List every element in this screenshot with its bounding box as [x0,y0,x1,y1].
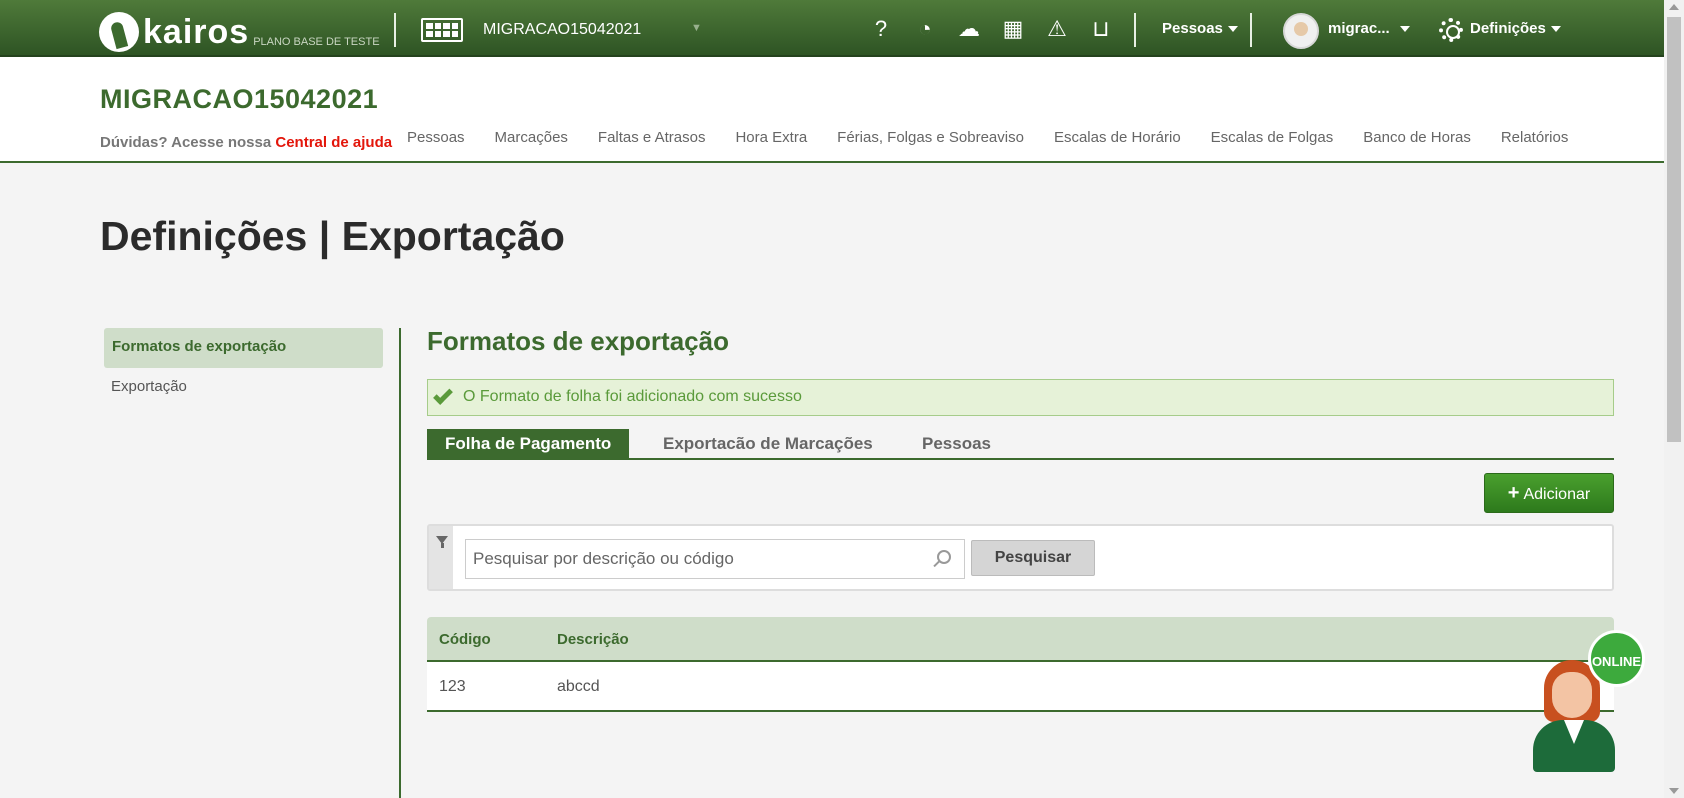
tabs: Folha de Pagamento Exportacão de Marcaçõ… [427,429,1614,460]
alert-text: O Formato de folha foi adicionado com su… [463,388,802,405]
filter-icon [436,536,448,548]
user-menu[interactable]: migrac... [1328,20,1410,37]
column-header-codigo[interactable]: Código [439,631,491,648]
tab-exportacao-marcacoes[interactable]: Exportacão de Marcações [663,429,873,458]
scrollbar[interactable] [1664,0,1684,798]
company-title: MIGRACAO15042021 [100,84,379,114]
search-button[interactable]: Pesquisar [971,540,1095,576]
sidebar-item-exportacao[interactable]: Exportação [111,378,187,395]
caret-down-icon [1550,26,1561,33]
scrollbar-thumb[interactable] [1667,17,1681,442]
tab-pessoas[interactable]: Pessoas [922,429,991,458]
caret-down-icon [1227,26,1238,33]
main-nav: Pessoas Marcações Faltas e Atrasos Hora … [407,129,1568,146]
nav-marcacoes[interactable]: Marcações [495,129,568,146]
scroll-down-icon[interactable] [1669,788,1679,794]
clock-check-icon[interactable]: ◔ [912,16,938,42]
tab-folha-pagamento[interactable]: Folha de Pagamento [427,429,630,458]
caret-down-icon [1399,26,1410,33]
header: MIGRACAO15042021 Dúvidas? Acesse nossa C… [0,57,1664,163]
plan-label: PLANO BASE DE TESTE [253,36,380,48]
section-title: Formatos de exportação [427,326,729,356]
kairos-logo-icon [99,12,139,52]
nav-pessoas[interactable]: Pessoas [407,129,465,146]
agent-face [1552,672,1592,718]
help-icon[interactable]: ? [868,16,894,42]
success-alert: O Formato de folha foi adicionado com su… [427,379,1614,416]
cell-codigo: 123 [439,678,466,695]
chevron-down-icon: ▼ [691,22,702,34]
divider [394,13,396,47]
scroll-up-icon[interactable] [1669,4,1679,10]
help-prefix: Dúvidas? Acesse nossa [100,134,272,151]
filter-toggle[interactable] [429,526,453,589]
settings-menu[interactable]: Definições [1470,20,1561,37]
divider [1134,13,1136,47]
cell-descricao: abccd [557,678,600,695]
search-icon[interactable] [937,550,951,564]
column-header-descricao[interactable]: Descrição [557,631,629,648]
filter-panel: Pesquisar [427,524,1614,591]
warning-icon[interactable]: ⚠ [1044,16,1070,42]
check-icon [433,385,453,405]
table-header: Código Descrição [427,617,1614,662]
top-icons: ? ◔ ☁ ▦ ⚠ ⊔ [868,16,1114,42]
online-chat-widget[interactable]: ONLINE [1528,630,1645,775]
help-center-link[interactable]: Central de ajuda [275,134,392,151]
top-bar: kairos PLANO BASE DE TESTE MIGRACAO15042… [0,0,1664,57]
search-input[interactable] [465,539,965,579]
add-button-label: Adicionar [1523,486,1591,503]
building-icon [421,18,463,42]
nav-faltas-atrasos[interactable]: Faltas e Atrasos [598,129,706,146]
divider [1250,13,1252,47]
nav-ferias-folgas[interactable]: Férias, Folgas e Sobreaviso [837,129,1024,146]
nav-relatorios[interactable]: Relatórios [1501,129,1569,146]
add-button[interactable]: + Adicionar [1484,473,1614,513]
inbox-icon[interactable]: ⊔ [1088,16,1114,42]
nav-hora-extra[interactable]: Hora Extra [735,129,807,146]
company-name: MIGRACAO15042021 [483,21,642,38]
gear-icon[interactable] [1439,18,1463,42]
nav-banco-horas[interactable]: Banco de Horas [1363,129,1471,146]
company-selector[interactable]: MIGRACAO15042021 ▼ [421,14,702,46]
divider [399,328,401,798]
online-badge: ONLINE [1588,630,1645,687]
sidebar-item-formatos[interactable]: Formatos de exportação [104,328,383,368]
kairos-logo[interactable]: kairos PLANO BASE DE TESTE [99,6,380,52]
page-title: Definições | Exportação [100,213,565,259]
avatar[interactable] [1283,13,1319,49]
help-text: Dúvidas? Acesse nossa Central de ajuda [100,134,392,151]
formats-table: Código Descrição 123 abccd [427,617,1614,712]
people-menu-label: Pessoas [1162,20,1223,37]
table-row[interactable]: 123 abccd [427,662,1614,712]
logo-text: kairos [143,13,250,51]
cloud-download-icon[interactable]: ☁ [956,16,982,42]
people-menu[interactable]: Pessoas [1162,20,1238,37]
nav-escalas-folgas[interactable]: Escalas de Folgas [1211,129,1334,146]
plus-icon: + [1507,482,1520,504]
user-name: migrac... [1328,20,1390,37]
nav-escalas-horario[interactable]: Escalas de Horário [1054,129,1181,146]
calculator-icon[interactable]: ▦ [1000,16,1026,42]
settings-menu-label: Definições [1470,20,1546,37]
